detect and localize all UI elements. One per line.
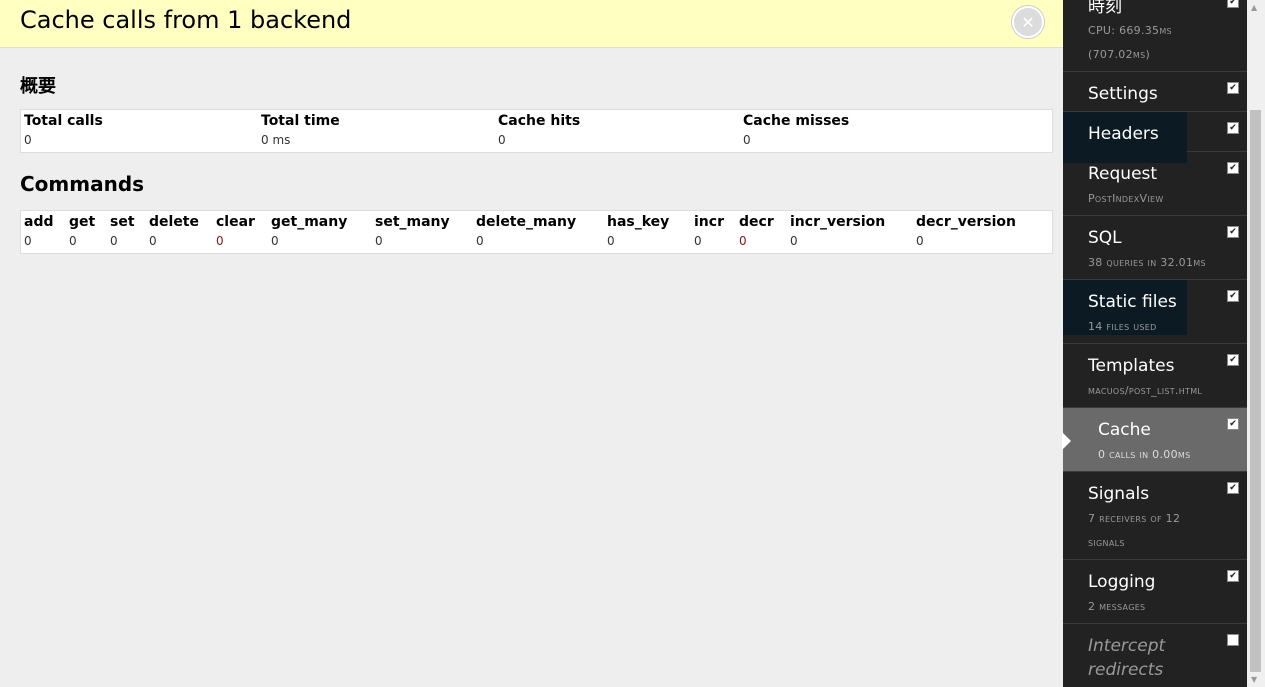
debug-toolbar: 時刻 CPU: 669.35ms (707.02ms) ✔ Settings ✔…	[1062, 0, 1247, 687]
cmd-val-delete: 0	[149, 234, 157, 248]
panel-label-signals: Signals	[1088, 484, 1150, 504]
cmd-col-incr-version: incr_version	[790, 214, 886, 230]
panel-title: Cache calls from 1 backend	[20, 6, 352, 34]
toolbar-panel-time[interactable]: 時刻 CPU: 669.35ms (707.02ms) ✔	[1063, 0, 1247, 72]
checkbox-icon[interactable]: ✔	[1227, 226, 1239, 238]
scroll-down-arrow-icon[interactable]: ▼	[1251, 675, 1257, 684]
cmd-col-get-many: get_many	[271, 214, 348, 230]
panel-label-cache: Cache	[1098, 420, 1151, 440]
scroll-up-arrow-icon[interactable]: ▲	[1251, 3, 1257, 12]
checkbox-icon[interactable]: ✔	[1227, 122, 1239, 134]
commands-heading: Commands	[20, 172, 145, 196]
summary-col-cache-misses: Cache misses	[743, 113, 850, 129]
toolbar-panel-logging[interactable]: Logging 2 messages ✔	[1063, 560, 1247, 624]
cmd-val-add: 0	[24, 234, 32, 248]
toolbar-panel-request[interactable]: Request PostIndexView ✔	[1063, 152, 1247, 216]
summary-col-total-calls: Total calls	[24, 113, 103, 129]
panel-header: Cache calls from 1 backend ✕	[0, 0, 1063, 48]
checkbox-icon[interactable]: ✔	[1227, 290, 1239, 302]
summary-val-total-calls: 0	[24, 133, 32, 147]
cmd-val-get-many: 0	[271, 234, 279, 248]
toolbar-panel-cache[interactable]: Cache 0 calls in 0.00ms ✔	[1062, 408, 1247, 472]
cmd-val-set-many: 0	[375, 234, 383, 248]
panel-label-time: 時刻	[1088, 0, 1122, 17]
cmd-val-incr: 0	[694, 234, 702, 248]
panel-sub-request: PostIndexView	[1088, 192, 1164, 205]
toolbar-panel-templates[interactable]: Templates macuos/post_list.html ✔	[1063, 344, 1247, 408]
cmd-col-decr: decr	[739, 214, 774, 230]
cache-panel-content: Cache calls from 1 backend ✕ 概要 Total ca…	[0, 0, 1063, 687]
summary-val-cache-misses: 0	[743, 133, 751, 147]
cmd-col-delete-many: delete_many	[476, 214, 577, 230]
summary-table: Total calls Total time Cache hits Cache …	[20, 109, 1053, 153]
checkbox-icon[interactable]: ✔	[1227, 354, 1239, 366]
cmd-col-has-key: has_key	[607, 214, 670, 230]
panel-label-logging: Logging	[1088, 572, 1156, 592]
toolbar-panel-sql[interactable]: SQL 38 queries in 32.01ms ✔	[1063, 216, 1247, 280]
panel-label-sql: SQL	[1088, 228, 1122, 248]
cmd-val-incr-version: 0	[790, 234, 798, 248]
toolbar-panel-static-files[interactable]: Static files 14 files used ✔	[1063, 280, 1247, 344]
active-pointer-icon	[1062, 432, 1071, 450]
panel-sub-static-files: 14 files used	[1088, 320, 1157, 333]
panel-label-settings: Settings	[1088, 84, 1158, 104]
cmd-col-set-many: set_many	[375, 214, 450, 230]
panel-sub-signals-1: 7 receivers of 12	[1088, 512, 1181, 525]
panel-label-intercept: Intercept	[1088, 636, 1166, 656]
summary-col-cache-hits: Cache hits	[498, 113, 581, 129]
toolbar-panel-signals[interactable]: Signals 7 receivers of 12 signals ✔	[1063, 472, 1247, 560]
toolbar-panel-intercept-redirects[interactable]: Intercept redirects	[1063, 624, 1247, 687]
panel-sub-time-total: (707.02ms)	[1088, 48, 1151, 61]
cmd-col-delete: delete	[149, 214, 199, 230]
checkbox-icon[interactable]: ✔	[1227, 418, 1239, 430]
panel-sub-templates: macuos/post_list.html	[1088, 384, 1203, 397]
checkbox-unchecked-icon[interactable]	[1227, 634, 1239, 646]
summary-col-total-time: Total time	[261, 113, 340, 129]
cmd-col-clear: clear	[216, 214, 255, 230]
cmd-val-clear: 0	[216, 234, 224, 248]
cmd-val-has-key: 0	[607, 234, 615, 248]
cmd-col-add: add	[24, 214, 54, 230]
panel-label-templates: Templates	[1088, 356, 1175, 376]
panel-sub-logging: 2 messages	[1088, 600, 1146, 613]
cmd-val-delete-many: 0	[476, 234, 484, 248]
toolbar-panel-headers[interactable]: Headers ✔	[1063, 112, 1247, 163]
cmd-col-decr-version: decr_version	[916, 214, 1016, 230]
checkbox-icon[interactable]: ✔	[1227, 162, 1239, 174]
checkbox-icon[interactable]: ✔	[1227, 0, 1239, 8]
cmd-val-decr-version: 0	[916, 234, 924, 248]
summary-val-total-time: 0 ms	[261, 133, 291, 147]
cmd-val-get: 0	[69, 234, 77, 248]
panel-sub-time-cpu: CPU: 669.35ms	[1088, 24, 1172, 37]
summary-heading: 概要	[20, 76, 56, 97]
scroll-thumb[interactable]	[1250, 110, 1261, 672]
commands-table: add get set delete clear get_many set_ma…	[20, 210, 1053, 254]
cmd-val-set: 0	[110, 234, 118, 248]
close-icon[interactable]: ✕	[1012, 6, 1044, 38]
checkbox-icon[interactable]: ✔	[1227, 82, 1239, 94]
panel-sub-cache: 0 calls in 0.00ms	[1098, 448, 1191, 461]
panel-sub-sql: 38 queries in 32.01ms	[1088, 256, 1206, 269]
cmd-col-get: get	[69, 214, 96, 230]
panel-label-redirects: redirects	[1088, 660, 1164, 680]
panel-label-headers: Headers	[1088, 124, 1159, 144]
panel-label-request: Request	[1088, 164, 1158, 184]
checkbox-icon[interactable]: ✔	[1227, 482, 1239, 494]
scrollbar[interactable]: ▲ ▼	[1247, 0, 1265, 687]
cmd-col-incr: incr	[694, 214, 724, 230]
panel-sub-signals-2: signals	[1088, 536, 1125, 549]
checkbox-icon[interactable]: ✔	[1227, 570, 1239, 582]
cmd-val-decr: 0	[739, 234, 747, 248]
panel-label-static-files: Static files	[1088, 292, 1177, 312]
cmd-col-set: set	[110, 214, 135, 230]
toolbar-panel-settings[interactable]: Settings ✔	[1063, 72, 1247, 112]
summary-val-cache-hits: 0	[498, 133, 506, 147]
